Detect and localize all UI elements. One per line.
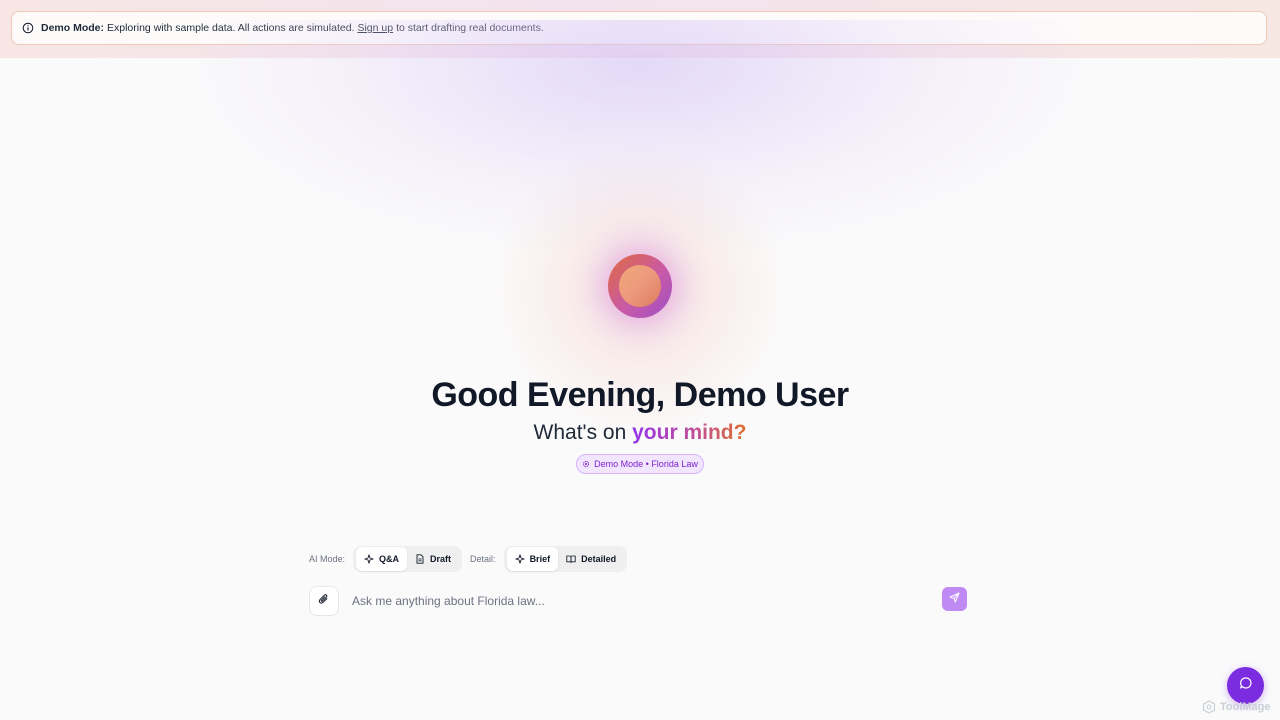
book-icon <box>566 554 576 564</box>
badge-text: Demo Mode • Florida Law <box>594 459 698 469</box>
detailed-detail-button[interactable]: Detailed <box>558 547 624 571</box>
ai-mode-toggle: Q&A Draft <box>353 546 463 572</box>
subtitle-accent: your mind? <box>632 421 747 444</box>
draft-mode-label: Draft <box>430 554 452 564</box>
draft-mode-button[interactable]: Draft <box>407 547 459 571</box>
subtitle-prefix: What's on <box>533 421 627 444</box>
ai-orb <box>608 254 672 318</box>
brief-detail-label: Brief <box>529 554 551 564</box>
document-icon <box>415 554 425 564</box>
banner-suffix: to start drafting real documents. <box>396 22 544 34</box>
toolmage-watermark: ToolMage <box>1202 699 1271 715</box>
qa-mode-button[interactable]: Q&A <box>356 547 408 571</box>
demo-mode-banner: Demo Mode: Exploring with sample data. A… <box>11 11 1267 45</box>
toolmage-logo-icon <box>1202 700 1216 714</box>
brief-detail-button[interactable]: Brief <box>506 547 559 571</box>
mode-controls: AI Mode: Q&A Draft Detail: Brief Detaile… <box>309 543 635 575</box>
send-button[interactable] <box>942 587 967 611</box>
chat-input[interactable] <box>350 588 934 614</box>
demo-mode-badge: Demo Mode • Florida Law <box>576 454 704 474</box>
message-circle-icon <box>1239 676 1253 695</box>
detail-label: Detail: <box>470 554 496 564</box>
info-icon <box>22 22 34 34</box>
qa-mode-label: Q&A <box>379 554 400 564</box>
greeting-title: Good Evening, Demo User <box>431 376 849 414</box>
sparkle-icon <box>514 554 525 564</box>
detail-toggle: Brief Detailed <box>503 546 628 572</box>
banner-text: Exploring with sample data. All actions … <box>107 22 355 34</box>
attach-file-button[interactable] <box>309 586 339 616</box>
sparkle-icon <box>364 554 374 564</box>
greeting-subtitle: What's on your mind? <box>0 421 1280 445</box>
watermark-text: ToolMage <box>1220 701 1271 713</box>
send-icon <box>949 590 960 608</box>
sign-up-link[interactable]: Sign up <box>357 22 393 34</box>
detailed-detail-label: Detailed <box>581 554 617 564</box>
gear-icon <box>582 460 590 468</box>
banner-label: Demo Mode: <box>41 22 104 34</box>
paperclip-icon <box>318 592 330 610</box>
ai-mode-label: AI Mode: <box>309 554 346 564</box>
